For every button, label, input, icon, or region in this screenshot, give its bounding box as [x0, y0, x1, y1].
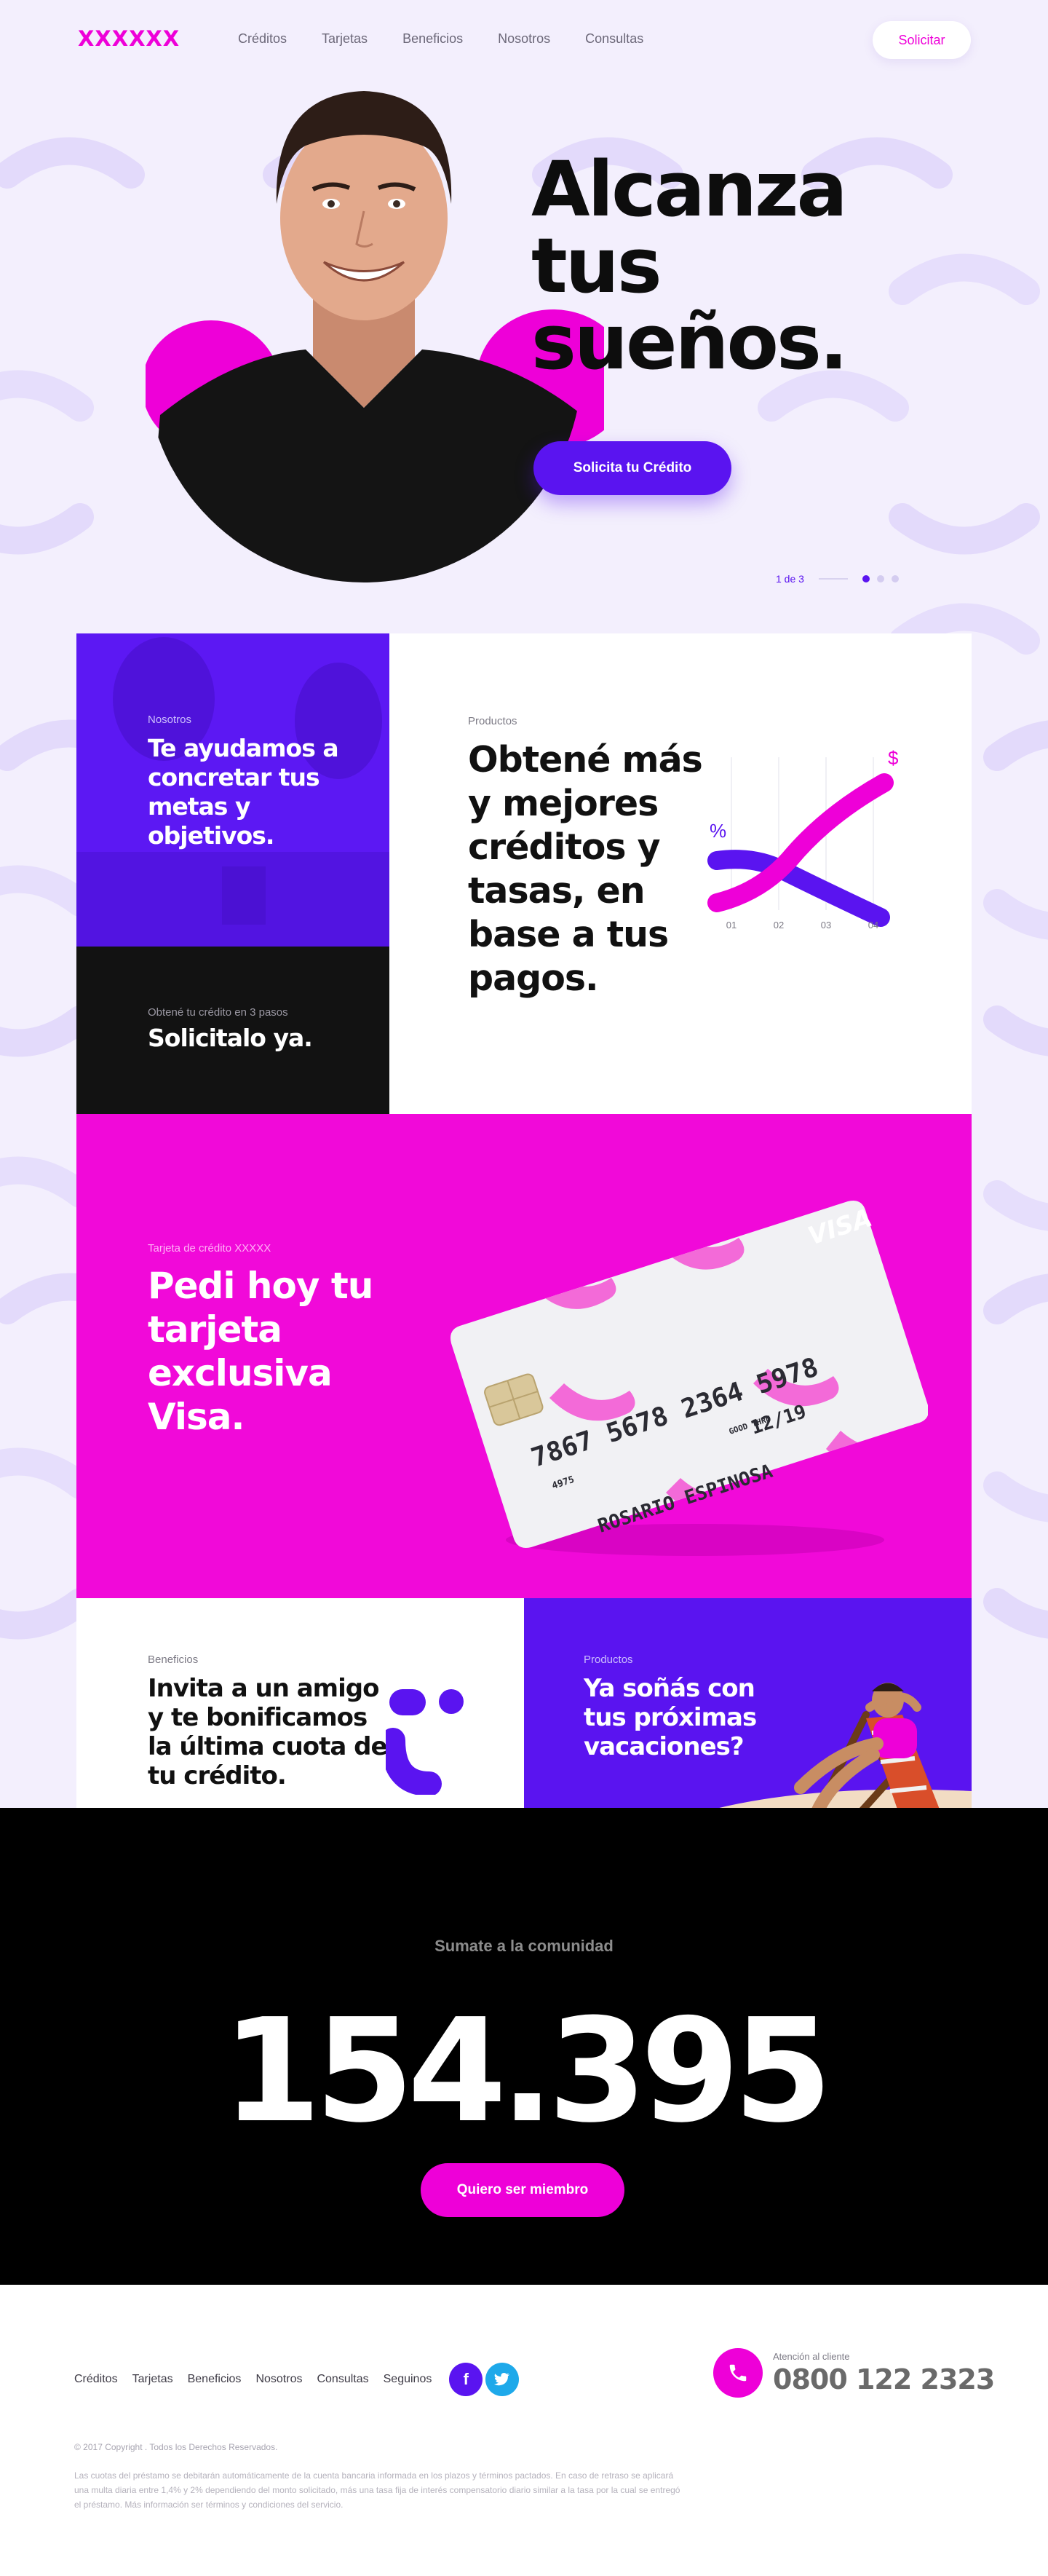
chart-tick: 04	[868, 920, 878, 931]
pager-label: 1 de 3	[776, 573, 804, 585]
copyright: © 2017 Copyright . Todos los Derechos Re…	[74, 2442, 278, 2452]
footer-link-creditos[interactable]: Créditos	[74, 2373, 118, 2386]
about-title: Te ayudamos a concretar tus metas y obje…	[148, 734, 339, 850]
steps-panel[interactable]: Obtené tu crédito en 3 pasos Solicitalo …	[76, 947, 389, 1114]
chart-tick: 01	[726, 920, 737, 931]
friend-eyebrow: Beneficios	[148, 1654, 199, 1666]
hero-title-line: sueños.	[531, 298, 848, 387]
products-title: Obtené más y mejores créditos y tasas, e…	[468, 739, 703, 999]
referral-icon	[386, 1689, 464, 1795]
community-label: Sumate a la comunidad	[434, 1937, 614, 1955]
solicitar-button[interactable]: Solicitar	[873, 21, 971, 59]
hero-title: Alcanza tus sueños.	[531, 145, 848, 387]
phone-number[interactable]: 0800 122 2323	[773, 2363, 995, 2395]
hero-title-line: tus	[531, 221, 662, 310]
solicita-credito-button[interactable]: Solicita tu Crédito	[533, 441, 731, 495]
pager-dot-3[interactable]	[891, 575, 899, 582]
nav-consultas[interactable]: Consultas	[585, 31, 643, 47]
products-panel[interactable]: Productos Obtené más y mejores créditos …	[389, 633, 972, 1114]
nav-beneficios[interactable]: Beneficios	[402, 31, 463, 47]
footer-link-beneficios[interactable]: Beneficios	[188, 2373, 242, 2386]
rates-illustration: % $ 01 02 03 04	[707, 747, 899, 931]
legal-text: Las cuotas del préstamo se debitarán aut…	[74, 2470, 680, 2510]
phone-icon[interactable]	[713, 2348, 763, 2398]
nav-nosotros[interactable]: Nosotros	[498, 31, 550, 47]
steps-eyebrow: Obtené tu crédito en 3 pasos	[148, 1006, 288, 1019]
twitter-icon[interactable]	[485, 2363, 520, 2396]
footer-link-consultas[interactable]: Consultas	[317, 2373, 368, 2386]
card-title: Pedi hoy tu tarjeta exclusiva Visa.	[148, 1265, 373, 1438]
footer-nav: Créditos Tarjetas Beneficios Nosotros Co…	[74, 2363, 520, 2396]
products-eyebrow: Productos	[468, 715, 517, 727]
pager-dot-1[interactable]	[862, 575, 870, 582]
vacations-eyebrow: Productos	[584, 1654, 633, 1666]
about-panel[interactable]: Nosotros Te ayudamos a concretar tus met…	[76, 633, 389, 947]
footer-link-tarjetas[interactable]: Tarjetas	[132, 2373, 173, 2386]
hero-pager: 1 de 3	[776, 573, 906, 585]
chart-tick: 02	[774, 920, 784, 931]
percent-symbol: %	[710, 820, 726, 842]
main-nav: Créditos Tarjetas Beneficios Nosotros Co…	[238, 31, 678, 47]
dollar-symbol: $	[888, 747, 899, 769]
hero-title-line: Alcanza	[531, 145, 848, 234]
vacations-title: Ya soñás con tus próximas vacaciones?	[584, 1674, 757, 1761]
card-panel[interactable]: Tarjeta de crédito XXXXX Pedi hoy tu tar…	[76, 1114, 972, 1598]
about-eyebrow: Nosotros	[148, 714, 192, 726]
facebook-icon[interactable]: f	[449, 2363, 483, 2396]
community-section: Sumate a la comunidad 154.395 Quiero ser…	[0, 1808, 1048, 2285]
footer-follow-label: Seguinos	[383, 2373, 432, 2385]
chart-tick: 03	[821, 920, 831, 931]
logo[interactable]: XXXXXX	[78, 26, 180, 51]
card-eyebrow: Tarjeta de crédito XXXXX	[148, 1242, 271, 1255]
visa-card-illustration: 7867 5678 2364 5978 4975 GOOD THRU 12/19…	[450, 1201, 928, 1556]
steps-title: Solicitalo ya.	[148, 1024, 313, 1052]
friend-title: Invita a un amigo y te bonificamos la úl…	[148, 1674, 388, 1790]
member-counter: 154.395	[222, 1988, 833, 2154]
pager-divider	[818, 578, 848, 580]
nav-tarjetas[interactable]: Tarjetas	[322, 31, 368, 47]
nav-creditos[interactable]: Créditos	[238, 31, 287, 47]
pager-dot-2[interactable]	[876, 575, 884, 582]
phone-caption: Atención al cliente	[773, 2351, 850, 2362]
join-button[interactable]: Quiero ser miembro	[421, 2163, 624, 2217]
site-footer: Créditos Tarjetas Beneficios Nosotros Co…	[0, 2285, 1048, 2576]
footer-link-nosotros[interactable]: Nosotros	[255, 2373, 302, 2386]
